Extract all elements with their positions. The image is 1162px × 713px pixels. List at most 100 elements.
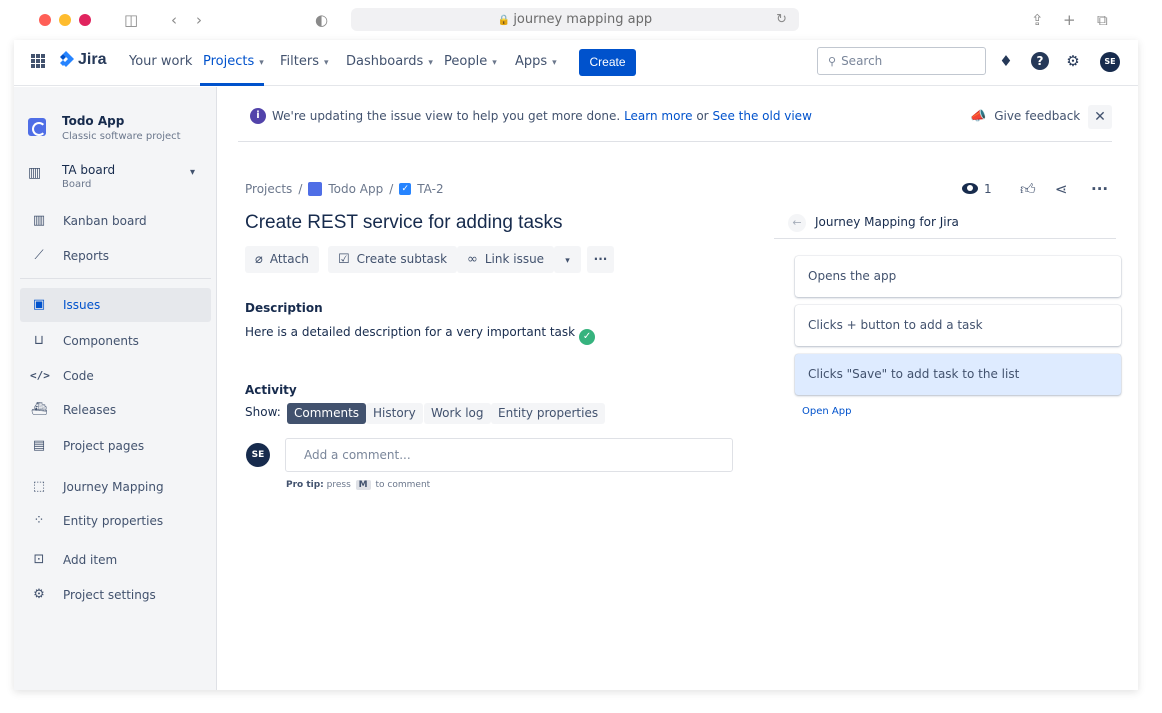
open-app-link[interactable]: Open App: [802, 406, 851, 417]
app-switcher-icon[interactable]: [31, 54, 45, 68]
close-window-button[interactable]: [39, 14, 51, 26]
create-subtask-button[interactable]: ☑ Create subtask: [328, 246, 458, 273]
arrow-left-icon[interactable]: ←: [788, 214, 806, 232]
share-icon[interactable]: ⇪: [1031, 10, 1044, 30]
sidebar-toggle-icon[interactable]: ◫: [124, 10, 138, 30]
nav-people-label: People: [444, 54, 488, 69]
sidebar-item-components[interactable]: ⊔ Components: [20, 324, 211, 358]
sidebar-item-kanban-board[interactable]: ▥ Kanban board: [20, 204, 211, 238]
notifications-icon[interactable]: ♦: [997, 52, 1015, 70]
share-icon[interactable]: ⋖: [1055, 180, 1068, 198]
address-bar[interactable]: 🔒 journey mapping app ↻: [351, 8, 799, 31]
zoom-window-button[interactable]: [79, 14, 91, 26]
nav-filters[interactable]: Filters ▾: [280, 54, 329, 71]
sidebar-item-label: Reports: [63, 249, 110, 263]
breadcrumb-issue-key[interactable]: TA-2: [417, 182, 443, 196]
pro-tip: Pro tip: press M to comment: [286, 480, 430, 490]
project-avatar-icon: [308, 182, 323, 196]
help-icon[interactable]: ?: [1031, 52, 1049, 70]
link-issue-button[interactable]: ∞ Link issue: [457, 246, 555, 273]
keyboard-shortcut-key: M: [355, 480, 371, 490]
breadcrumb: Projects / Todo App / ✓ TA-2: [245, 182, 444, 196]
old-view-link[interactable]: See the old view: [712, 109, 811, 123]
sidebar-item-add-item[interactable]: ⊡ Add item: [20, 543, 211, 577]
more-icon[interactable]: ···: [587, 246, 614, 273]
create-button[interactable]: Create: [579, 49, 636, 76]
pro-tip-press: press: [326, 480, 351, 490]
minimize-window-button[interactable]: [59, 14, 71, 26]
commenter-avatar: SE: [246, 443, 270, 467]
more-actions-icon[interactable]: ···: [1091, 180, 1108, 198]
nav-dashboards[interactable]: Dashboards ▾: [346, 54, 433, 71]
board-sub: Board: [62, 179, 92, 190]
give-feedback-button[interactable]: 📣 Give feedback: [970, 109, 1080, 124]
chevron-down-icon: ▾: [259, 58, 264, 68]
forward-icon[interactable]: ›: [196, 10, 202, 30]
tabs-overview-icon[interactable]: ⧉: [1097, 10, 1108, 30]
nav-projects-label: Projects: [203, 54, 255, 69]
sidebar-item-releases[interactable]: ⛴ Releases: [20, 393, 211, 427]
chevron-down-icon: ▾: [190, 167, 196, 178]
sidebar-item-entity-properties[interactable]: ⁘ Entity properties: [20, 504, 211, 538]
sidebar-item-reports[interactable]: ⟋ Reports: [20, 239, 211, 273]
close-icon[interactable]: ✕: [1088, 105, 1112, 129]
breadcrumb-project[interactable]: Todo App: [328, 182, 383, 196]
active-nav-indicator: [200, 83, 264, 86]
jira-logo[interactable]: Jira: [58, 51, 106, 69]
learn-more-link[interactable]: Learn more: [624, 109, 692, 123]
link-issue-dropdown[interactable]: ▾: [554, 246, 581, 273]
tab-history[interactable]: History: [366, 403, 423, 424]
link-issue-label: Link issue: [484, 252, 545, 266]
add-item-icon: ⊡: [33, 552, 45, 567]
journey-step[interactable]: Clicks + button to add a task: [795, 305, 1121, 346]
chevron-down-icon: ▾: [428, 58, 433, 68]
megaphone-icon: 📣: [970, 109, 987, 124]
sidebar-item-issues[interactable]: ▣ Issues: [20, 288, 211, 322]
settings-gear-icon[interactable]: ⚙: [1064, 52, 1082, 70]
banner-text: We're updating the issue view to help yo…: [272, 109, 621, 123]
sidebar-item-code[interactable]: </> Code: [20, 359, 211, 393]
code-icon: </>: [30, 369, 50, 382]
search-input[interactable]: ⚲ Search: [817, 47, 986, 75]
project-avatar-icon: [28, 118, 46, 136]
activity-heading: Activity: [245, 383, 297, 397]
sidebar-item-project-settings[interactable]: ⚙ Project settings: [20, 578, 211, 612]
nav-apps[interactable]: Apps ▾: [515, 54, 557, 71]
sidebar-item-project-pages[interactable]: ▤ Project pages: [20, 429, 211, 463]
tab-comments[interactable]: Comments: [287, 403, 367, 424]
journey-step-active[interactable]: Clicks "Save" to add task to the list: [795, 354, 1121, 395]
comment-input[interactable]: Add a comment...: [285, 438, 733, 472]
chevron-down-icon: ▾: [492, 58, 497, 68]
eye-icon: [962, 183, 978, 194]
attach-button[interactable]: ⌀ Attach: [245, 246, 319, 273]
sidebar-item-label: Code: [63, 369, 94, 383]
tab-work-log[interactable]: Work log: [424, 403, 491, 424]
watcher-count: 1: [984, 182, 992, 196]
pro-tip-suffix: to comment: [375, 480, 431, 490]
watch-button[interactable]: 1: [962, 182, 992, 196]
nav-people[interactable]: People ▾: [444, 54, 497, 71]
nav-your-work[interactable]: Your work: [129, 54, 192, 70]
reload-icon[interactable]: ↻: [776, 8, 787, 31]
user-avatar[interactable]: SE: [1100, 52, 1120, 72]
nav-projects[interactable]: Projects ▾: [203, 54, 264, 71]
link-icon: ∞: [467, 252, 478, 267]
back-icon[interactable]: ‹: [171, 10, 177, 30]
thumbs-up-icon[interactable]: 👍︎: [1020, 180, 1036, 199]
issue-view-banner: i We're updating the issue view to help …: [238, 100, 1112, 142]
address-text: journey mapping app: [513, 12, 653, 27]
breadcrumb-projects[interactable]: Projects: [245, 182, 292, 196]
shield-icon[interactable]: ◐: [315, 10, 328, 30]
description-body[interactable]: Here is a detailed description for a ver…: [245, 325, 596, 345]
sidebar-item-label: Issues: [63, 298, 101, 312]
tab-entity-properties[interactable]: Entity properties: [491, 403, 606, 424]
lock-icon: 🔒: [497, 15, 511, 26]
sidebar-item-journey-mapping[interactable]: ⬚ Journey Mapping: [20, 470, 211, 504]
new-tab-icon[interactable]: +: [1063, 10, 1076, 30]
search-icon: ⚲: [828, 55, 837, 68]
journey-step[interactable]: Opens the app: [795, 256, 1121, 297]
attach-label: Attach: [269, 252, 309, 266]
issue-title[interactable]: Create REST service for adding tasks: [245, 212, 563, 234]
sidebar-item-label: Kanban board: [63, 214, 147, 228]
description-text: Here is a detailed description for a ver…: [245, 325, 576, 339]
